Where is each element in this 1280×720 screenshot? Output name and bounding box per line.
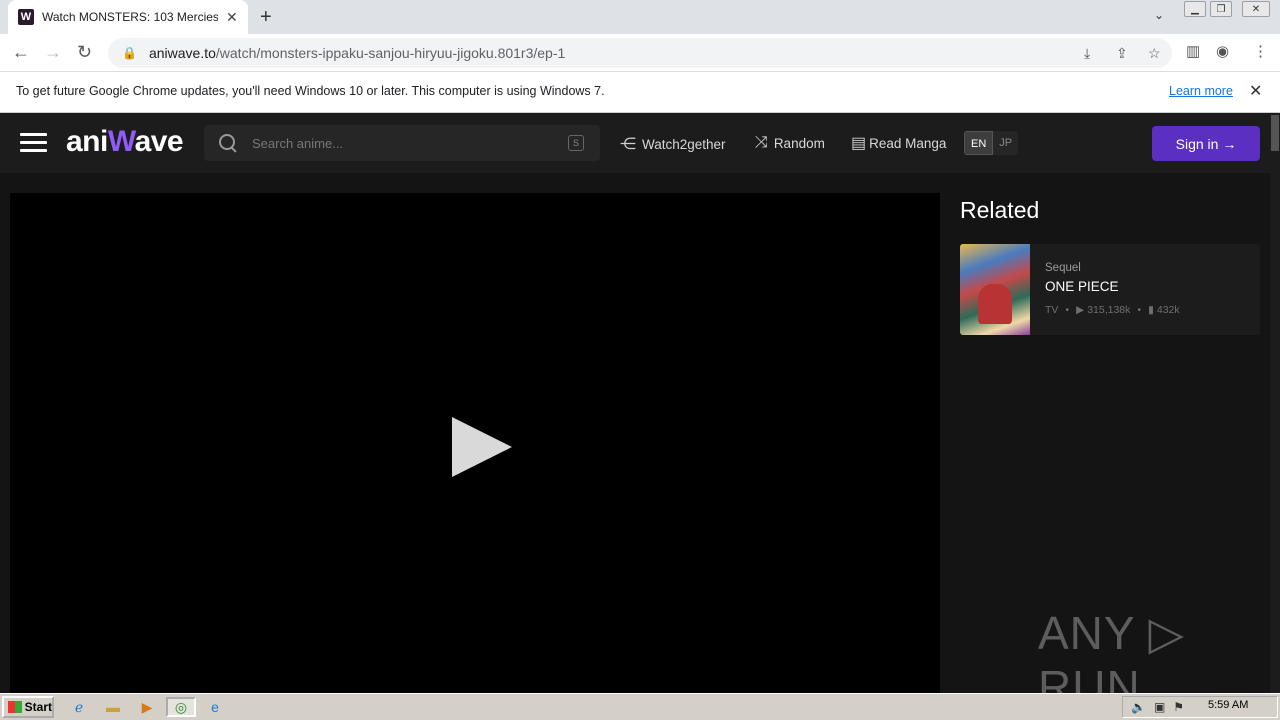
- related-poster[interactable]: [960, 244, 1030, 335]
- site-favicon-icon: W: [18, 9, 34, 25]
- scrollbar-thumb[interactable]: [1271, 115, 1279, 151]
- shuffle-icon: ⤨: [755, 134, 768, 151]
- nav-random-label: Random: [773, 135, 825, 151]
- related-meta: TV • ▶ 315,138k • ▮ 432k: [1045, 304, 1180, 316]
- related-type: TV: [1045, 304, 1059, 316]
- lang-jp[interactable]: JP: [993, 131, 1019, 155]
- tab-strip: W Watch MONSTERS: 103 Mercies Dra ✕ + ⌄ …: [0, 0, 1280, 34]
- logo-text-accent: W: [107, 125, 135, 158]
- search-bar: S: [204, 125, 600, 161]
- logo-text-suffix: ave: [134, 125, 184, 158]
- related-relation: Sequel: [1045, 262, 1081, 274]
- reload-icon[interactable]: ↻: [77, 42, 92, 63]
- window-close-button[interactable]: ✕: [1242, 1, 1270, 17]
- nav-watch2gether-label: Watch2gether: [642, 136, 726, 152]
- related-heading: Related: [960, 197, 1040, 223]
- related-bookmarks: 432k: [1156, 304, 1180, 316]
- windows-taskbar: Start ℯ ▬ ▶ ◎ e 🔈 ▣ ⚑ 5:59 AM: [0, 693, 1280, 720]
- logo-text-prefix: ani: [66, 125, 108, 158]
- views-play-icon: ▶: [1076, 304, 1085, 316]
- windows-flag-icon: [8, 701, 22, 713]
- start-label: Start: [24, 700, 52, 714]
- menu-kebab-icon[interactable]: ⋮: [1253, 42, 1268, 60]
- chrome-taskbar-icon[interactable]: ◎: [166, 697, 196, 717]
- nav-read-manga[interactable]: ▤ Read Manga: [851, 133, 946, 153]
- hamburger-menu-icon[interactable]: [20, 133, 47, 153]
- file-explorer-icon[interactable]: ▬: [102, 697, 124, 717]
- site-logo[interactable]: aniWave: [66, 125, 184, 159]
- bookmark-icon: ▮: [1148, 304, 1154, 316]
- restore-button[interactable]: ❐: [1210, 1, 1232, 17]
- forward-arrow-icon[interactable]: →: [44, 42, 62, 63]
- related-views: 315,138k: [1087, 304, 1131, 316]
- site-header: aniWave S ⋲ Watch2gether ⤨ Random ▤Read Ma…: [0, 113, 1270, 173]
- search-icon[interactable]: [218, 133, 238, 153]
- taskbar-clock[interactable]: 5:59 AM: [1208, 699, 1248, 711]
- update-infobar: To get future Google Chrome updates, you…: [0, 72, 1280, 113]
- tab-search-chevron-icon[interactable]: ⌄: [1154, 8, 1164, 22]
- media-player-icon[interactable]: ▶: [136, 697, 158, 717]
- nav-watch2gether[interactable]: ⋲ Watch2gether: [620, 134, 726, 154]
- minimize-button[interactable]: ▁: [1184, 1, 1206, 17]
- language-toggle[interactable]: EN JP: [964, 131, 1019, 155]
- install-app-icon[interactable]: ⤓: [1084, 45, 1090, 62]
- infobar-message: To get future Google Chrome updates, you…: [16, 84, 605, 98]
- tab-title: Watch MONSTERS: 103 Mercies Dra: [42, 10, 218, 24]
- related-title[interactable]: ONE PIECE: [1045, 279, 1119, 294]
- tab-close-icon[interactable]: ✕: [226, 9, 238, 26]
- action-center-flag-icon[interactable]: ⚑: [1173, 700, 1184, 714]
- play-icon[interactable]: [452, 417, 512, 477]
- edge-icon[interactable]: e: [204, 697, 226, 717]
- search-shortcut-key: S: [568, 135, 584, 151]
- profile-avatar-icon[interactable]: ◉: [1216, 42, 1229, 60]
- volume-icon[interactable]: 🔈: [1131, 700, 1146, 714]
- back-arrow-icon[interactable]: ←: [12, 42, 30, 63]
- url-host: aniwave.to: [148, 45, 216, 61]
- infobar-close-icon[interactable]: ✕: [1249, 81, 1262, 101]
- search-input[interactable]: [252, 135, 552, 151]
- nav-read-manga-label: Read Manga: [869, 135, 947, 151]
- meta-separator: •: [1065, 304, 1070, 316]
- start-button[interactable]: Start: [2, 696, 54, 718]
- system-tray: 🔈 ▣ ⚑: [1122, 696, 1278, 718]
- video-player[interactable]: [10, 193, 940, 693]
- bookmark-star-icon[interactable]: ☆: [1148, 45, 1161, 62]
- url-path: /watch/monsters-ippaku-sanjou-hiryuu-jig…: [215, 45, 566, 61]
- browser-toolbar: ← → ↻ 🔒 aniwave.to/watch/monsters-ippaku…: [0, 34, 1280, 72]
- share-icon[interactable]: ⇪: [1116, 45, 1128, 62]
- address-bar[interactable]: 🔒 aniwave.to/watch/monsters-ippaku-sanjo…: [108, 38, 1172, 68]
- sign-in-button[interactable]: Sign in →: [1152, 126, 1260, 161]
- lang-en[interactable]: EN: [964, 131, 994, 155]
- related-item[interactable]: Sequel ONE PIECE TV • ▶ 315,138k • ▮ 432…: [960, 244, 1260, 335]
- internet-explorer-icon[interactable]: ℯ: [68, 697, 90, 717]
- side-panel-icon[interactable]: ▥: [1186, 42, 1200, 60]
- new-tab-button[interactable]: +: [260, 6, 272, 29]
- book-icon: ▤: [851, 135, 867, 152]
- browser-tab[interactable]: W Watch MONSTERS: 103 Mercies Dra ✕: [8, 0, 248, 34]
- learn-more-link[interactable]: Learn more: [1169, 84, 1233, 98]
- nav-random[interactable]: ⤨ Random: [755, 134, 825, 152]
- lock-icon: 🔒: [122, 46, 137, 60]
- share-nodes-icon: ⋲: [620, 136, 636, 153]
- meta-separator: •: [1137, 304, 1142, 316]
- network-icon[interactable]: ▣: [1154, 700, 1165, 714]
